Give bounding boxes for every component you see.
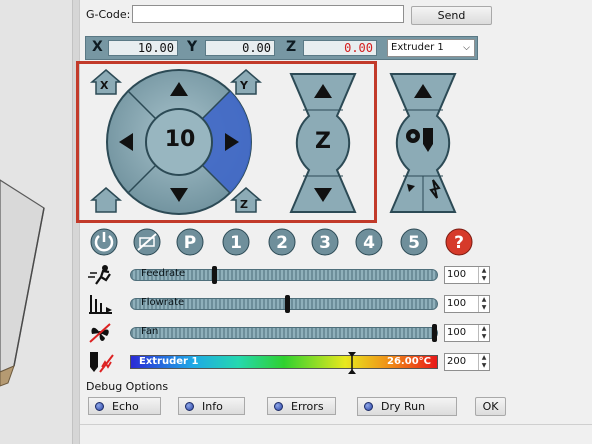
x-position: 10.00 bbox=[108, 40, 178, 56]
extruder-name: Extruder 1 bbox=[139, 356, 199, 367]
feedrate-spinbox[interactable]: 100 ▲ ▼ bbox=[444, 266, 490, 284]
flowrate-value: 100 bbox=[447, 298, 467, 309]
help-icon[interactable]: ? bbox=[445, 228, 473, 256]
flowrate-label: Flowrate bbox=[141, 297, 185, 308]
info-toggle[interactable]: Info bbox=[178, 397, 245, 415]
help-label: ? bbox=[454, 233, 464, 253]
feedrate-icon bbox=[88, 265, 111, 285]
power-icon[interactable] bbox=[90, 228, 118, 256]
extruder-select-value: Extruder 1 bbox=[391, 42, 444, 53]
fan-label: Fan bbox=[141, 326, 159, 337]
echo-label: Echo bbox=[112, 399, 139, 413]
jog-step-value[interactable]: 10 bbox=[158, 127, 202, 152]
spin-arrows-icon[interactable]: ▲ ▼ bbox=[478, 296, 489, 312]
gcode-label: G-Code: bbox=[86, 8, 131, 21]
macro-2-label: 2 bbox=[276, 233, 288, 253]
errors-toggle[interactable]: Errors bbox=[267, 397, 336, 415]
macro-5-label: 5 bbox=[408, 233, 420, 253]
extruder-jog-control[interactable] bbox=[385, 72, 461, 214]
macro-1-button[interactable]: 1 bbox=[222, 228, 250, 256]
z-button-label: Z bbox=[315, 129, 331, 154]
macro-5-button[interactable]: 5 bbox=[400, 228, 428, 256]
spin-arrows-icon[interactable]: ▲ ▼ bbox=[478, 267, 489, 283]
target-temperature-value: 200 bbox=[447, 356, 467, 367]
ok-button[interactable]: OK bbox=[475, 397, 506, 416]
home-x-label: X bbox=[100, 79, 109, 92]
info-led-icon bbox=[185, 401, 194, 411]
macro-2-button[interactable]: 2 bbox=[268, 228, 296, 256]
macro-3-button[interactable]: 3 bbox=[311, 228, 339, 256]
spin-arrows-icon[interactable]: ▲ ▼ bbox=[478, 354, 489, 370]
fan-icon bbox=[89, 323, 111, 343]
macro-4-label: 4 bbox=[363, 233, 375, 253]
flowrate-icon bbox=[89, 295, 112, 314]
spin-arrows-icon[interactable]: ▲ ▼ bbox=[478, 325, 489, 341]
no-cooling-icon[interactable] bbox=[133, 228, 161, 256]
fan-thumb[interactable] bbox=[432, 324, 437, 342]
macro-1-label: 1 bbox=[230, 233, 242, 253]
dry-run-toggle[interactable]: Dry Run bbox=[357, 397, 457, 416]
dry-run-led-icon bbox=[364, 402, 373, 411]
target-temperature-marker[interactable] bbox=[348, 352, 356, 374]
macro-4-button[interactable]: 4 bbox=[355, 228, 383, 256]
flowrate-slider[interactable]: Flowrate bbox=[130, 295, 438, 313]
gcode-input[interactable] bbox=[132, 5, 404, 23]
park-label: P bbox=[184, 233, 196, 253]
send-button[interactable]: Send bbox=[411, 6, 492, 25]
extruder-select[interactable]: Extruder 1 ⌵ bbox=[387, 39, 475, 57]
extruder-heater-icon[interactable] bbox=[88, 351, 114, 373]
coordinates-bar: X 10.00 Y 0.00 Z 0.00 Extruder 1 ⌵ bbox=[85, 36, 478, 60]
feedrate-slider[interactable]: Feedrate bbox=[130, 266, 438, 284]
park-icon[interactable]: P bbox=[176, 228, 204, 256]
flowrate-spinbox[interactable]: 100 ▲ ▼ bbox=[444, 295, 490, 313]
info-label: Info bbox=[202, 399, 223, 413]
chevron-down-icon: ⌵ bbox=[463, 43, 470, 53]
print-bed-wireframe bbox=[0, 179, 45, 387]
extruder-temperature-bar[interactable]: Extruder 1 26.00°C bbox=[130, 352, 438, 374]
feedrate-thumb[interactable] bbox=[212, 266, 217, 284]
echo-toggle[interactable]: Echo bbox=[88, 397, 161, 415]
3d-viewport[interactable] bbox=[0, 0, 72, 444]
dry-run-label: Dry Run bbox=[381, 400, 426, 413]
macro-3-label: 3 bbox=[319, 233, 331, 253]
errors-led-icon bbox=[274, 401, 283, 411]
y-position: 0.00 bbox=[205, 40, 275, 56]
errors-label: Errors bbox=[291, 399, 324, 413]
flowrate-thumb[interactable] bbox=[285, 295, 290, 313]
x-axis-label: X bbox=[92, 39, 103, 55]
extruder-temperature: 26.00°C bbox=[387, 356, 431, 367]
home-z-label: Z bbox=[240, 198, 248, 211]
status-divider bbox=[80, 424, 592, 425]
z-axis-label: Z bbox=[286, 39, 297, 55]
fan-slider[interactable]: Fan bbox=[130, 324, 438, 342]
home-y-label: Y bbox=[240, 79, 248, 92]
debug-options-title: Debug Options bbox=[86, 380, 169, 393]
z-position: 0.00 bbox=[303, 40, 377, 56]
echo-led-icon bbox=[95, 401, 104, 411]
feedrate-label: Feedrate bbox=[141, 268, 186, 279]
fan-value: 100 bbox=[447, 327, 467, 338]
y-axis-label: Y bbox=[187, 39, 198, 55]
fan-spinbox[interactable]: 100 ▲ ▼ bbox=[444, 324, 490, 342]
target-temperature-spinbox[interactable]: 200 ▲ ▼ bbox=[444, 353, 490, 371]
feedrate-value: 100 bbox=[447, 269, 467, 280]
